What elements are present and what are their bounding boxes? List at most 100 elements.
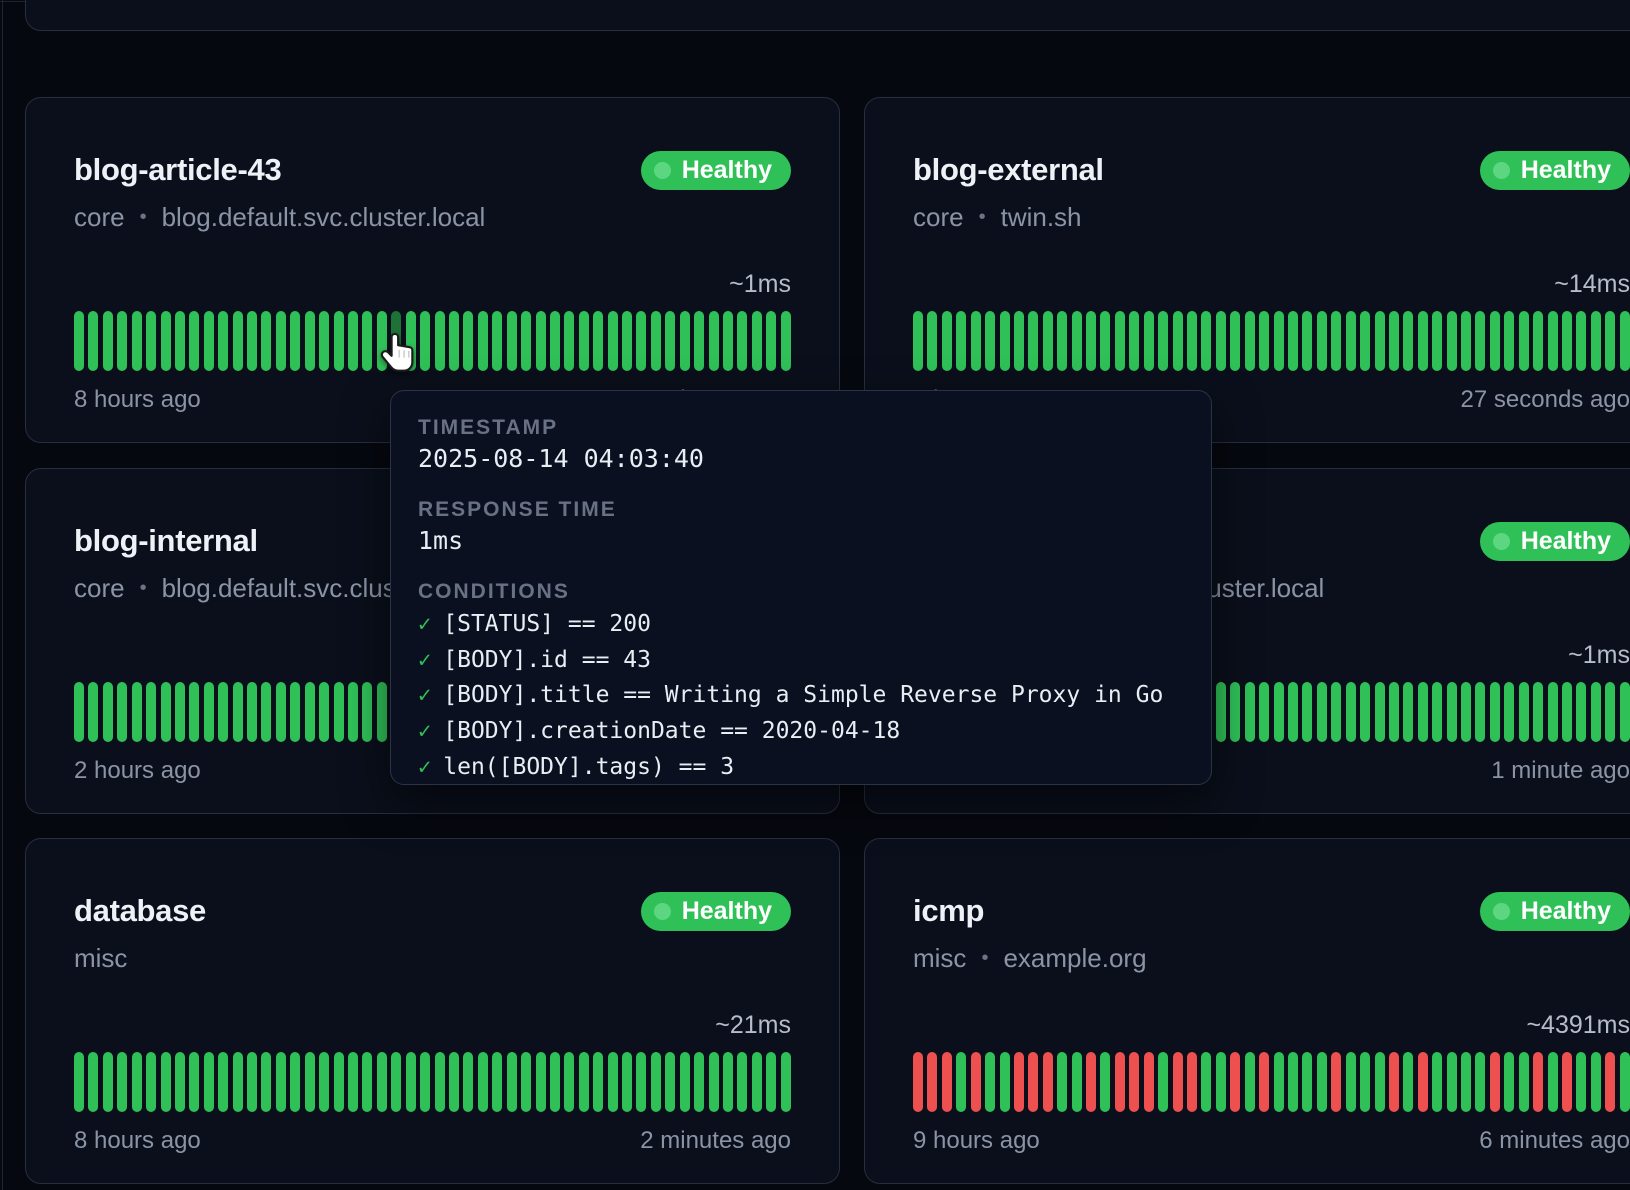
uptime-bar[interactable] xyxy=(132,682,142,742)
uptime-bar[interactable] xyxy=(622,311,632,371)
uptime-bar[interactable] xyxy=(1129,311,1139,371)
uptime-bar[interactable] xyxy=(204,682,214,742)
uptime-bar[interactable] xyxy=(103,1052,113,1112)
uptime-bar[interactable] xyxy=(1100,1052,1110,1112)
uptime-bar[interactable] xyxy=(1418,311,1428,371)
uptime-bar[interactable] xyxy=(1562,682,1572,742)
uptime-bar[interactable] xyxy=(1201,311,1211,371)
uptime-bar[interactable] xyxy=(1201,1052,1211,1112)
uptime-bar[interactable] xyxy=(651,1052,661,1112)
uptime-bar[interactable] xyxy=(218,682,228,742)
uptime-bar[interactable] xyxy=(435,311,445,371)
uptime-bar[interactable] xyxy=(146,311,156,371)
uptime-bar[interactable] xyxy=(319,311,329,371)
uptime-bar[interactable] xyxy=(694,1052,704,1112)
uptime-bar[interactable] xyxy=(1100,311,1110,371)
uptime-bar[interactable] xyxy=(1504,682,1514,742)
uptime-bar[interactable] xyxy=(1548,311,1558,371)
uptime-bar[interactable] xyxy=(362,1052,372,1112)
uptime-bar[interactable] xyxy=(781,311,791,371)
uptime-bar[interactable] xyxy=(1230,682,1240,742)
uptime-bar[interactable] xyxy=(132,1052,142,1112)
uptime-bar[interactable] xyxy=(1548,1052,1558,1112)
uptime-bar[interactable] xyxy=(1230,311,1240,371)
uptime-bar[interactable] xyxy=(290,311,300,371)
uptime-bar[interactable] xyxy=(1360,311,1370,371)
uptime-bar[interactable] xyxy=(1331,682,1341,742)
uptime-bar[interactable] xyxy=(1158,1052,1168,1112)
uptime-bar[interactable] xyxy=(189,682,199,742)
uptime-bar[interactable] xyxy=(88,311,98,371)
uptime-bar[interactable] xyxy=(1475,311,1485,371)
uptime-bar[interactable] xyxy=(680,311,690,371)
uptime-bar[interactable] xyxy=(1519,1052,1529,1112)
uptime-bar[interactable] xyxy=(1360,1052,1370,1112)
uptime-bar[interactable] xyxy=(1389,682,1399,742)
uptime-bar[interactable] xyxy=(1562,1052,1572,1112)
uptime-bar[interactable] xyxy=(1187,1052,1197,1112)
uptime-bar[interactable] xyxy=(1346,682,1356,742)
uptime-bar[interactable] xyxy=(680,1052,690,1112)
uptime-bar[interactable] xyxy=(1086,311,1096,371)
uptime-bar[interactable] xyxy=(927,1052,937,1112)
uptime-bar[interactable] xyxy=(521,311,531,371)
uptime-bar[interactable] xyxy=(1346,311,1356,371)
uptime-bar[interactable] xyxy=(942,1052,952,1112)
uptime-bar[interactable] xyxy=(1504,1052,1514,1112)
uptime-bar[interactable] xyxy=(261,311,271,371)
uptime-bar[interactable] xyxy=(564,311,574,371)
top-partial-card[interactable] xyxy=(25,0,1630,31)
uptime-bar[interactable] xyxy=(1086,1052,1096,1112)
uptime-bar[interactable] xyxy=(1274,682,1284,742)
uptime-bar[interactable] xyxy=(1230,1052,1240,1112)
uptime-bar[interactable] xyxy=(1519,311,1529,371)
uptime-bar[interactable] xyxy=(103,311,113,371)
uptime-bar[interactable] xyxy=(348,1052,358,1112)
uptime-bar[interactable] xyxy=(1288,682,1298,742)
uptime-bar[interactable] xyxy=(1014,311,1024,371)
uptime-bar[interactable] xyxy=(550,311,560,371)
uptime-bar[interactable] xyxy=(579,1052,589,1112)
uptime-bar[interactable] xyxy=(305,1052,315,1112)
uptime-bar[interactable] xyxy=(1375,1052,1385,1112)
uptime-bar[interactable] xyxy=(1000,1052,1010,1112)
uptime-bar[interactable] xyxy=(146,682,156,742)
uptime-bar[interactable] xyxy=(1375,682,1385,742)
uptime-bar[interactable] xyxy=(1043,1052,1053,1112)
uptime-bar[interactable] xyxy=(737,311,747,371)
uptime-bar[interactable] xyxy=(1461,311,1471,371)
uptime-bar[interactable] xyxy=(1548,682,1558,742)
uptime-bar[interactable] xyxy=(233,1052,243,1112)
uptime-bar[interactable] xyxy=(927,311,937,371)
uptime-bar[interactable] xyxy=(1605,311,1615,371)
uptime-bar[interactable] xyxy=(1620,682,1630,742)
uptime-bar[interactable] xyxy=(348,311,358,371)
uptime-bar[interactable] xyxy=(1072,1052,1082,1112)
uptime-bar[interactable] xyxy=(1245,682,1255,742)
uptime-bar[interactable] xyxy=(1432,682,1442,742)
service-card-icmp[interactable]: icmp Healthy misc • example.org ~4391ms … xyxy=(864,838,1630,1184)
uptime-bar[interactable] xyxy=(1576,311,1586,371)
uptime-bar[interactable] xyxy=(608,1052,618,1112)
uptime-bar[interactable] xyxy=(1173,1052,1183,1112)
uptime-bar[interactable] xyxy=(74,1052,84,1112)
uptime-bar[interactable] xyxy=(1028,311,1038,371)
uptime-bar[interactable] xyxy=(1533,1052,1543,1112)
uptime-bar[interactable] xyxy=(290,682,300,742)
uptime-bar[interactable] xyxy=(276,1052,286,1112)
uptime-bar[interactable] xyxy=(694,311,704,371)
uptime-bar[interactable] xyxy=(1403,682,1413,742)
uptime-bar[interactable] xyxy=(1576,682,1586,742)
uptime-bar[interactable] xyxy=(478,311,488,371)
uptime-bar[interactable] xyxy=(1591,1052,1601,1112)
uptime-bar[interactable] xyxy=(1389,1052,1399,1112)
uptime-bar[interactable] xyxy=(1317,682,1327,742)
uptime-bar[interactable] xyxy=(1447,311,1457,371)
uptime-bar[interactable] xyxy=(247,682,257,742)
uptime-bar[interactable] xyxy=(463,311,473,371)
uptime-bar[interactable] xyxy=(1259,682,1269,742)
uptime-bar[interactable] xyxy=(971,311,981,371)
uptime-bar[interactable] xyxy=(348,682,358,742)
uptime-bar[interactable] xyxy=(420,311,430,371)
uptime-bar[interactable] xyxy=(593,1052,603,1112)
